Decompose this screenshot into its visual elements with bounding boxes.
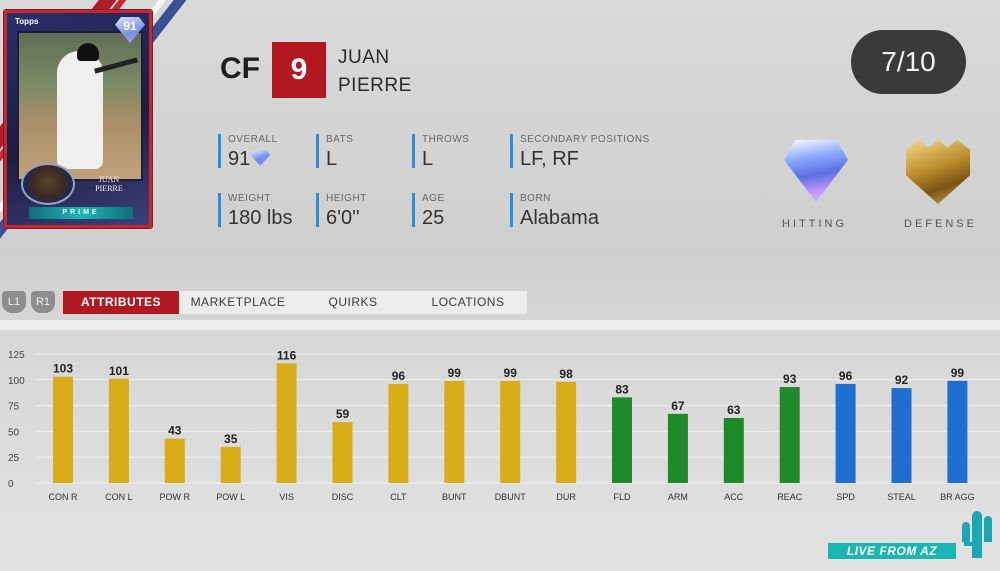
player-position: CF	[220, 52, 260, 85]
bar	[556, 381, 577, 483]
bar-value-label: 83	[615, 382, 629, 396]
bar-value-label: 93	[783, 372, 797, 386]
x-tick-label: REAC	[777, 492, 803, 502]
x-tick-label: VIS	[279, 492, 294, 502]
card-counter: 7/10	[851, 30, 966, 94]
x-tick-label: STEAL	[887, 492, 916, 502]
player-first-name: JUAN	[338, 47, 390, 68]
bar-value-label: 92	[895, 373, 909, 387]
y-tick-label: 100	[8, 376, 25, 387]
hitting-badge-label: HITTING	[782, 218, 847, 230]
stat-secondary-positions: SECONDARY POSITIONS LF, RF	[510, 134, 650, 172]
bar-value-label: 43	[168, 424, 182, 438]
live-from-az-logo: LIVE FROM AZ	[828, 543, 956, 559]
bar-value-label: 98	[559, 367, 573, 381]
stat-age: AGE 25	[412, 193, 445, 231]
bar-value-label: 67	[671, 399, 685, 413]
x-tick-label: FLD	[613, 492, 631, 502]
bar-value-label: 96	[839, 369, 853, 383]
hitting-diamond-icon	[784, 140, 848, 202]
x-tick-label: ARM	[668, 492, 688, 502]
bar	[891, 388, 912, 483]
player-last-name: PIERRE	[338, 75, 412, 96]
tab-quirks[interactable]: QUIRKS	[297, 291, 409, 314]
bar	[500, 380, 521, 483]
bar-value-label: 35	[224, 432, 238, 446]
y-tick-label: 50	[8, 427, 20, 438]
x-tick-label: CLT	[390, 492, 407, 502]
tab-attributes[interactable]: ATTRIBUTES	[63, 291, 179, 314]
bar	[108, 378, 129, 483]
bar-value-label: 116	[277, 348, 297, 362]
stat-height: HEIGHT 6'0''	[316, 193, 367, 231]
tab-bar: ATTRIBUTES MARKETPLACE QUIRKS LOCATIONS	[63, 291, 527, 314]
bar	[612, 397, 632, 483]
bar-value-label: 101	[109, 364, 129, 378]
bar-value-label: 103	[53, 362, 73, 376]
x-tick-label: ACC	[724, 492, 744, 502]
card-brand: Topps	[15, 17, 39, 26]
bar-value-label: 96	[392, 369, 406, 383]
diamond-icon	[250, 150, 271, 166]
player-card: Topps 91 JUAN PIERRE PRIME	[4, 10, 152, 228]
bar	[332, 422, 353, 483]
y-tick-label: 25	[8, 453, 20, 464]
x-tick-label: CON L	[105, 492, 133, 502]
player-name: JUAN PIERRE	[338, 44, 412, 100]
card-portrait	[21, 163, 75, 205]
y-tick-label: 75	[8, 402, 20, 413]
bar	[667, 413, 688, 483]
bar	[947, 380, 968, 483]
tab-marketplace[interactable]: MARKETPLACE	[179, 291, 297, 314]
x-tick-label: SPD	[836, 492, 855, 502]
bar	[388, 383, 409, 483]
bar-value-label: 99	[951, 366, 965, 380]
divider	[0, 320, 1000, 330]
stat-bats: BATS L	[316, 134, 353, 172]
bar	[723, 417, 744, 483]
defense-shield-icon	[906, 140, 970, 204]
player-number: 9	[272, 42, 326, 98]
defense-badge-label: DEFENSE	[904, 218, 977, 230]
x-tick-label: POW R	[160, 492, 191, 502]
l1-button[interactable]: L1	[2, 291, 26, 313]
bar	[444, 380, 465, 483]
y-tick-label: 125	[8, 350, 25, 361]
x-tick-label: DUR	[556, 492, 576, 502]
x-tick-label: POW L	[216, 492, 245, 502]
bar-value-label: 99	[448, 366, 462, 380]
stat-born: BORN Alabama	[510, 193, 599, 231]
y-tick-label: 0	[8, 479, 14, 490]
tab-locations[interactable]: LOCATIONS	[409, 291, 527, 314]
bar	[779, 387, 800, 483]
card-name: JUAN PIERRE	[95, 175, 123, 193]
bar	[164, 438, 185, 483]
bar	[835, 383, 856, 483]
card-series-label: PRIME	[29, 207, 133, 219]
bar-value-label: 59	[336, 407, 350, 421]
card-photo	[17, 31, 143, 181]
stat-throws: THROWS L	[412, 134, 469, 172]
stat-weight: WEIGHT 180 lbs	[218, 193, 293, 231]
x-tick-label: DBUNT	[495, 492, 527, 502]
stat-overall: OVERALL 91	[218, 134, 278, 172]
bar-value-label: 99	[504, 366, 518, 380]
x-tick-label: DISC	[332, 492, 354, 502]
bar	[53, 376, 73, 483]
x-tick-label: BUNT	[442, 492, 467, 502]
x-tick-label: CON R	[49, 492, 79, 502]
r1-button[interactable]: R1	[31, 291, 55, 313]
attributes-chart: 0 25 50 75 100 125 103 CON R 101 CON L 43 POW R 35 PO…	[8, 348, 1000, 502]
cactus-icon	[962, 511, 992, 558]
bar	[220, 446, 241, 483]
bar-value-label: 63	[727, 403, 741, 417]
bar	[276, 363, 297, 483]
